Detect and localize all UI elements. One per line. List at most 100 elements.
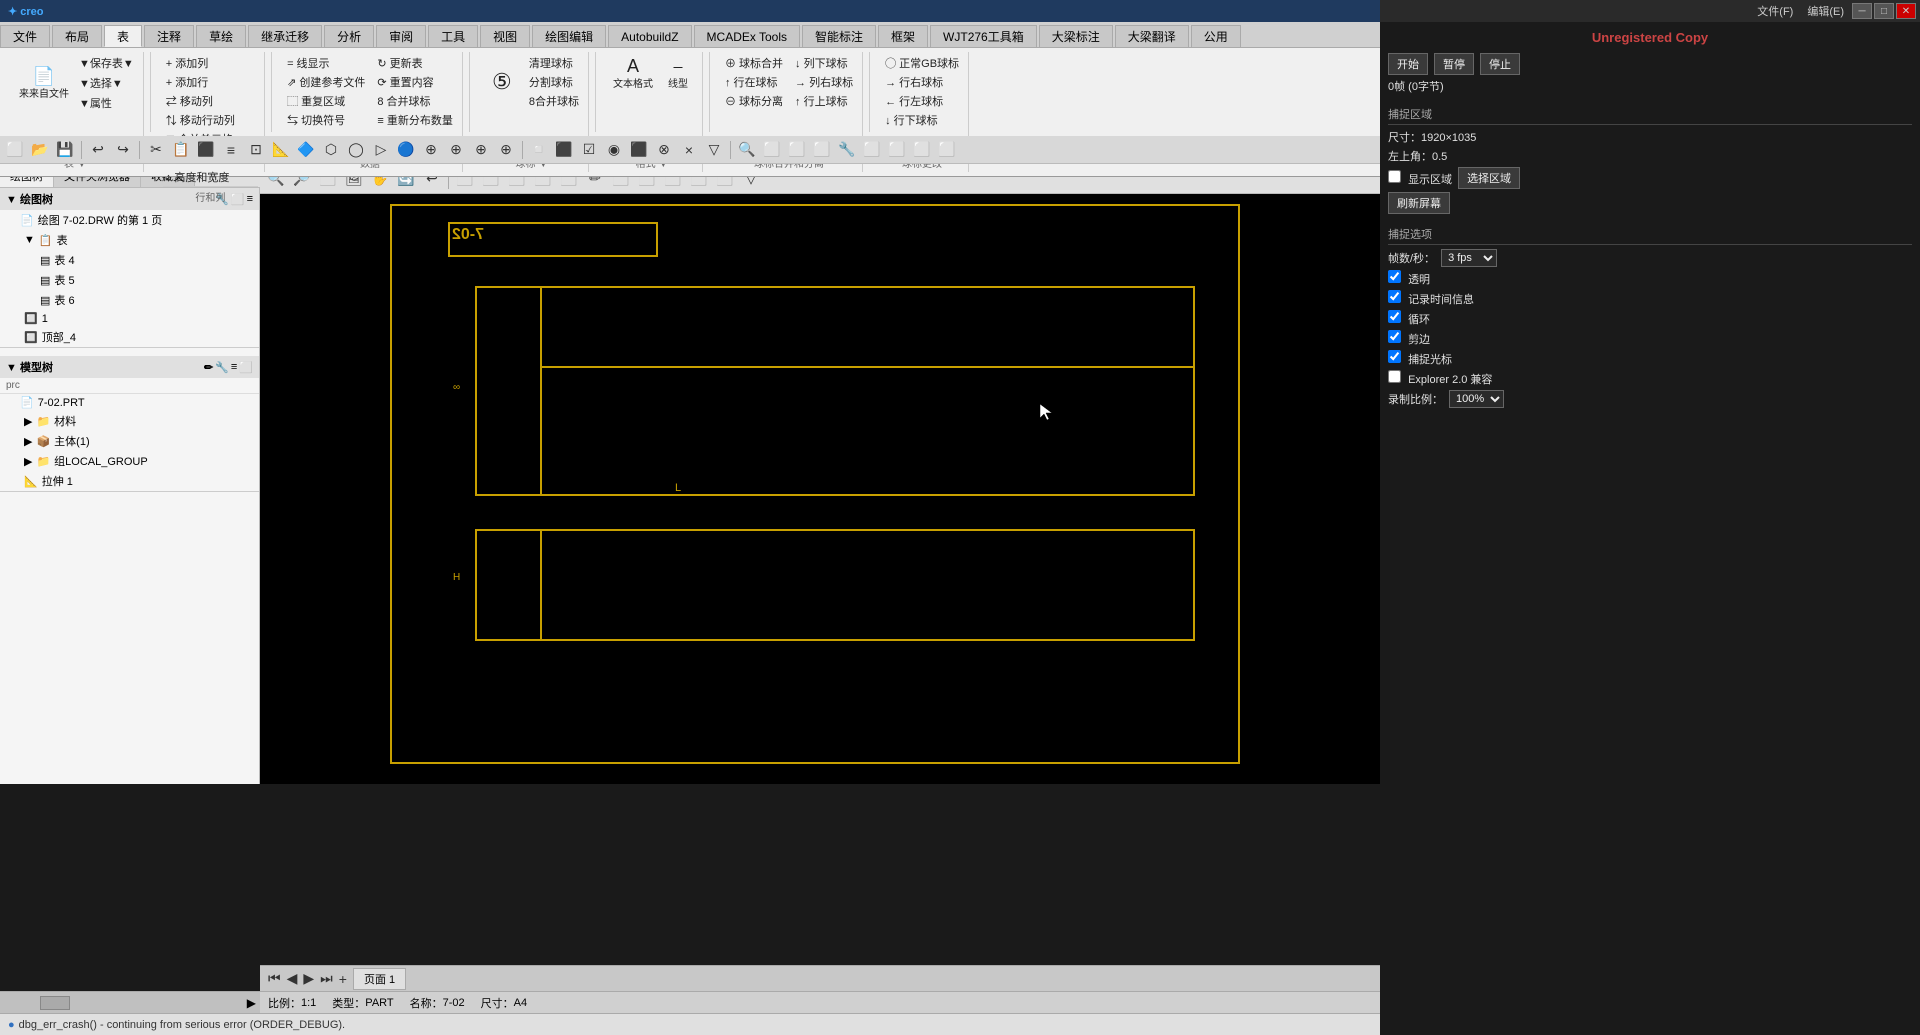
qa-btn-32[interactable]: ⬜ bbox=[936, 139, 958, 161]
qa-btn-19[interactable]: ◉ bbox=[603, 139, 625, 161]
tab-tools[interactable]: 工具 bbox=[428, 25, 478, 47]
btn-row-right-balloon[interactable]: → 行右球标 bbox=[882, 73, 962, 91]
restore-button[interactable]: □ bbox=[1874, 3, 1894, 19]
btn-redist-qty[interactable]: ≡ 重新分布数量 bbox=[374, 111, 455, 129]
nav-prev[interactable]: ◀ bbox=[287, 970, 298, 987]
qa-btn-15[interactable]: ⊕ bbox=[495, 139, 517, 161]
btn-row-down-balloon[interactable]: ↓ 行下球标 bbox=[882, 111, 962, 129]
qa-btn-18[interactable]: ☑ bbox=[578, 139, 600, 161]
qa-btn-21[interactable]: ⊗ bbox=[653, 139, 675, 161]
qa-btn-22[interactable]: × bbox=[678, 139, 700, 161]
model-item-material[interactable]: ▶ 📁 材料 bbox=[0, 411, 259, 431]
btn-col-right-balloon[interactable]: → 列右球标 bbox=[792, 73, 856, 91]
refresh-button[interactable]: 刷新屏幕 bbox=[1388, 192, 1450, 214]
qa-btn-1[interactable]: ✂ bbox=[145, 139, 167, 161]
nav-next[interactable]: ▶ bbox=[303, 970, 314, 987]
btn-text-format[interactable]: A 文本格式 bbox=[608, 54, 658, 93]
qa-btn-13[interactable]: ⊕ bbox=[445, 139, 467, 161]
btn-merge-balloon2[interactable]: 8合并球标 bbox=[526, 92, 582, 110]
drawing-item-table4[interactable]: ▤ 表 4 bbox=[0, 250, 259, 270]
tab-mcadex[interactable]: MCADEx Tools bbox=[694, 25, 800, 47]
tab-beam-dim[interactable]: 大梁标注 bbox=[1039, 25, 1113, 47]
tab-inherit[interactable]: 继承迁移 bbox=[248, 25, 322, 47]
model-item-group[interactable]: ▶ 📁 组LOCAL_GROUP bbox=[0, 451, 259, 471]
pause-button[interactable]: 暂停 bbox=[1434, 53, 1474, 75]
h-scroll-thumb[interactable] bbox=[40, 996, 70, 1010]
btn-update-table[interactable]: ↻ 更新表 bbox=[374, 54, 455, 72]
model-icon-pen[interactable]: ✏ bbox=[204, 361, 213, 374]
tab-table[interactable]: 表 bbox=[104, 25, 142, 47]
btn-row-above-balloon[interactable]: ↑ 行上球标 bbox=[792, 92, 856, 110]
tab-annotation[interactable]: 注释 bbox=[144, 25, 194, 47]
qa-btn-4[interactable]: ≡ bbox=[220, 139, 242, 161]
drawing-item-table-group[interactable]: ▼ 📋 表 bbox=[0, 230, 259, 250]
qa-redo[interactable]: ↪ bbox=[112, 139, 134, 161]
qa-btn-3[interactable]: ⬛ bbox=[195, 139, 217, 161]
model-item-prt[interactable]: 📄 7-02.PRT bbox=[0, 394, 259, 411]
tab-common[interactable]: 公用 bbox=[1191, 25, 1241, 47]
btn-line-style[interactable]: ⎯ 线型 bbox=[660, 54, 696, 93]
btn-merge-balloon[interactable]: 8 合并球标 bbox=[374, 92, 455, 110]
drawing-item-page[interactable]: 📄 绘图 7-02.DRW 的第 1 页 bbox=[0, 210, 259, 230]
qa-btn-16[interactable]: ◽ bbox=[528, 139, 550, 161]
btn-row-left-balloon[interactable]: ← 行左球标 bbox=[882, 92, 962, 110]
model-item-body[interactable]: ▶ 📦 主体(1) bbox=[0, 431, 259, 451]
qa-btn-27[interactable]: ⬜ bbox=[811, 139, 833, 161]
menu-file[interactable]: 文件(F) bbox=[1751, 3, 1799, 19]
qa-btn-17[interactable]: ⬛ bbox=[553, 139, 575, 161]
page-tab-1[interactable]: 页面 1 bbox=[353, 968, 406, 990]
fps-select[interactable]: 3 fps 5 fps 10 fps bbox=[1441, 249, 1497, 267]
model-icon-list[interactable]: ≡ bbox=[231, 361, 237, 374]
select-area-button[interactable]: 选择区域 bbox=[1458, 167, 1520, 189]
btn-row-in-balloon[interactable]: ↑ 行在球标 bbox=[722, 73, 786, 91]
nav-first[interactable]: ⏮ bbox=[268, 970, 281, 987]
tab-frame[interactable]: 框架 bbox=[878, 25, 928, 47]
qa-btn-25[interactable]: ⬜ bbox=[761, 139, 783, 161]
btn-split-balloon[interactable]: 分割球标 bbox=[526, 73, 582, 91]
btn-toggle-symbol[interactable]: ⇆ 切换符号 bbox=[284, 111, 368, 129]
close-button[interactable]: ✕ bbox=[1896, 3, 1916, 19]
tab-sketch[interactable]: 草绘 bbox=[196, 25, 246, 47]
qa-btn-31[interactable]: ⬜ bbox=[911, 139, 933, 161]
btn-reset-content[interactable]: ⟳ 重置内容 bbox=[374, 73, 455, 91]
border-checkbox[interactable] bbox=[1388, 330, 1401, 343]
btn-move-col[interactable]: ⇄ 移动列 bbox=[163, 92, 258, 110]
tab-autobuildz[interactable]: AutobuildZ bbox=[608, 25, 691, 47]
tab-review[interactable]: 审阅 bbox=[376, 25, 426, 47]
btn-add-row[interactable]: + 添加行 bbox=[163, 73, 258, 91]
model-item-extrude[interactable]: 📐 拉伸 1 bbox=[0, 471, 259, 491]
nav-last[interactable]: ⏭ bbox=[320, 970, 333, 987]
qa-btn-8[interactable]: ⬡ bbox=[320, 139, 342, 161]
tab-wjt276[interactable]: WJT276工具箱 bbox=[930, 25, 1037, 47]
qa-btn-30[interactable]: ⬜ bbox=[886, 139, 908, 161]
model-tree-header[interactable]: ▼ 模型树 ✏ 🔧 ≡ ⬜ bbox=[0, 356, 259, 378]
nav-add[interactable]: + bbox=[339, 971, 347, 987]
tab-beam-trans[interactable]: 大梁翻译 bbox=[1115, 25, 1189, 47]
h-scroll-right[interactable]: ▶ bbox=[243, 996, 260, 1010]
qa-btn-11[interactable]: 🔵 bbox=[395, 139, 417, 161]
qa-btn-5[interactable]: ⊡ bbox=[245, 139, 267, 161]
btn-balloon-separate[interactable]: ⊖ 球标分离 bbox=[722, 92, 786, 110]
qa-open[interactable]: 📂 bbox=[29, 139, 51, 161]
btn-save-table[interactable]: ▼保存表▼ bbox=[76, 54, 137, 72]
tab-view[interactable]: 视图 bbox=[480, 25, 530, 47]
stop-button[interactable]: 停止 bbox=[1480, 53, 1520, 75]
model-icon-zoom[interactable]: ⬜ bbox=[239, 361, 253, 374]
btn-normal-gb[interactable]: ◯ 正常GB球标 bbox=[882, 54, 962, 72]
show-area-checkbox[interactable] bbox=[1388, 170, 1401, 183]
btn-add-col[interactable]: + 添加列 bbox=[163, 54, 258, 72]
tab-drawing-edit[interactable]: 绘图编辑 bbox=[532, 25, 606, 47]
tab-file[interactable]: 文件 bbox=[0, 25, 50, 47]
qa-btn-29[interactable]: ⬜ bbox=[861, 139, 883, 161]
btn-repeat-region[interactable]: ⬚ 重复区域 bbox=[284, 92, 368, 110]
qa-btn-12[interactable]: ⊕ bbox=[420, 139, 442, 161]
qa-btn-2[interactable]: 📋 bbox=[170, 139, 192, 161]
ratio-select[interactable]: 100% 75% 50% bbox=[1449, 390, 1504, 408]
qa-btn-24[interactable]: 🔍 bbox=[736, 139, 758, 161]
qa-btn-20[interactable]: ⬛ bbox=[628, 139, 650, 161]
start-button[interactable]: 开始 bbox=[1388, 53, 1428, 75]
menu-edit[interactable]: 编辑(E) bbox=[1801, 3, 1850, 19]
qa-new[interactable]: ⬜ bbox=[4, 139, 26, 161]
btn-line-display[interactable]: = 线显示 bbox=[284, 54, 368, 72]
btn-clear-balloon[interactable]: 清理球标 bbox=[526, 54, 582, 72]
